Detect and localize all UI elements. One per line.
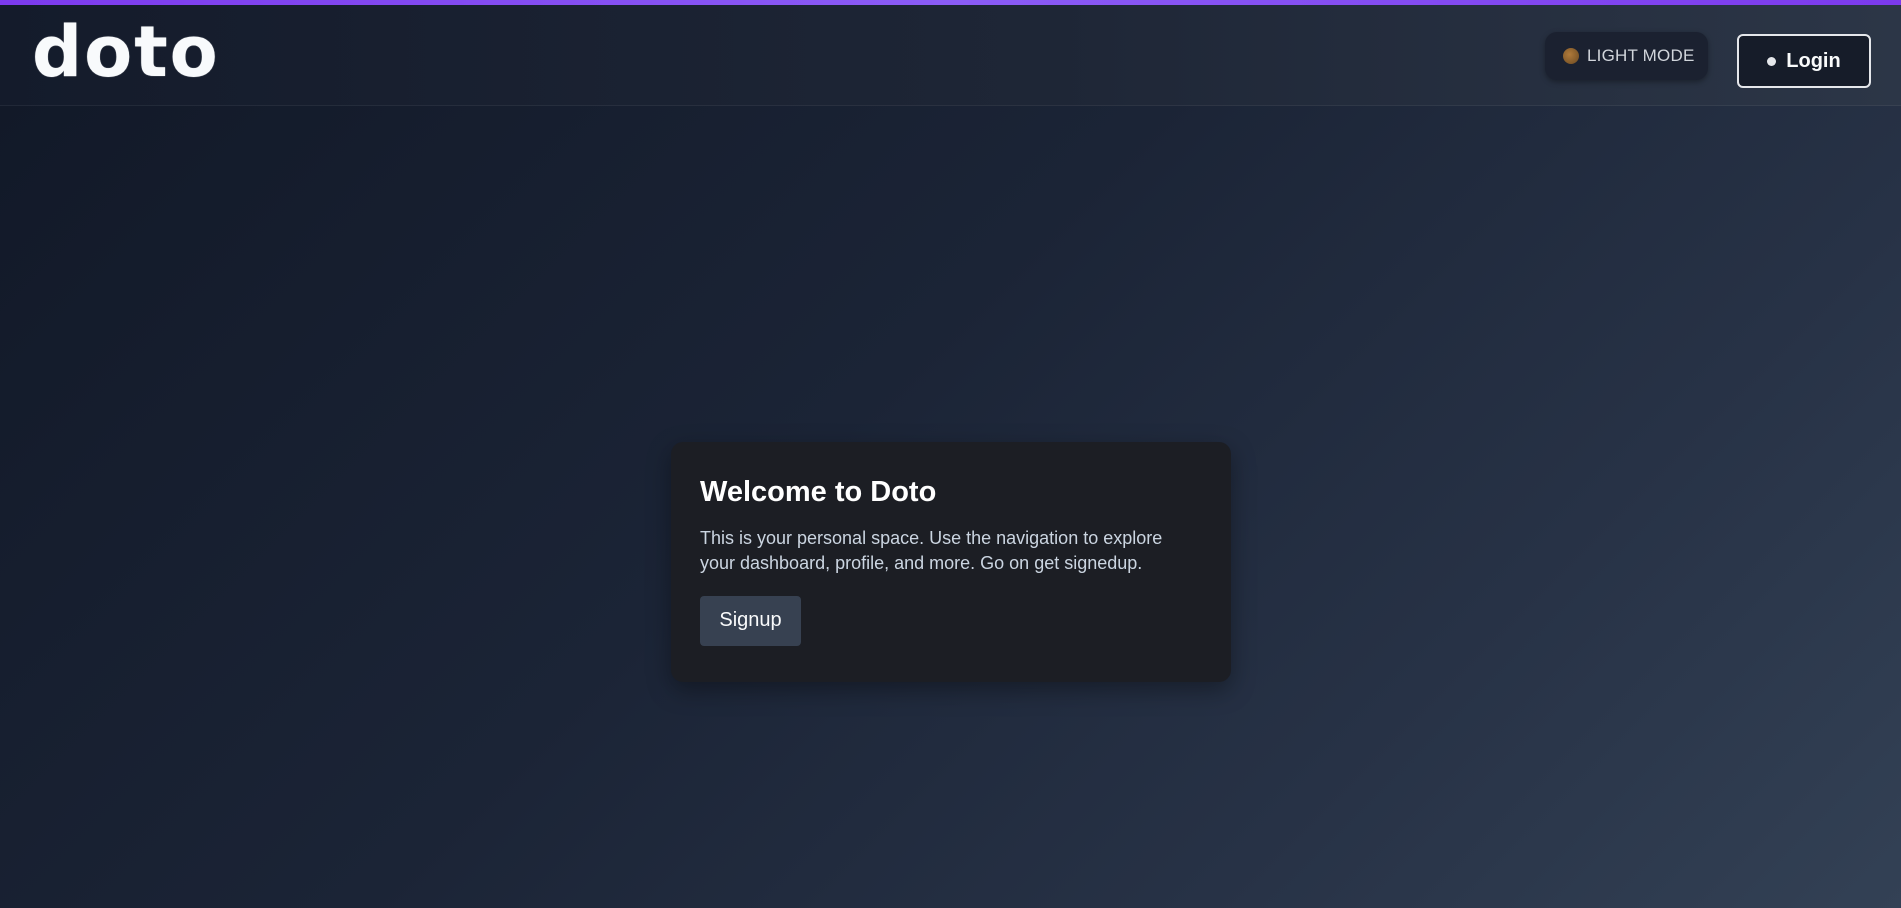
welcome-description: This is your personal space. Use the nav… [700,527,1163,573]
login-button[interactable]: Login [1737,34,1871,88]
theme-toggle-label: LIGHT MODE [1587,46,1695,65]
signup-button[interactable]: Signup [700,595,801,646]
navbar: doto LIGHT MODE Login [0,5,1901,106]
welcome-title: Welcome to Doto [700,476,937,508]
theme-toggle-button[interactable]: LIGHT MODE [1545,32,1708,80]
login-label: Login [1786,49,1841,72]
logo[interactable]: doto [32,17,220,87]
welcome-card: Welcome to Doto This is your personal sp… [671,442,1231,682]
sun-icon [1563,48,1579,64]
status-dot-icon [1767,56,1777,66]
